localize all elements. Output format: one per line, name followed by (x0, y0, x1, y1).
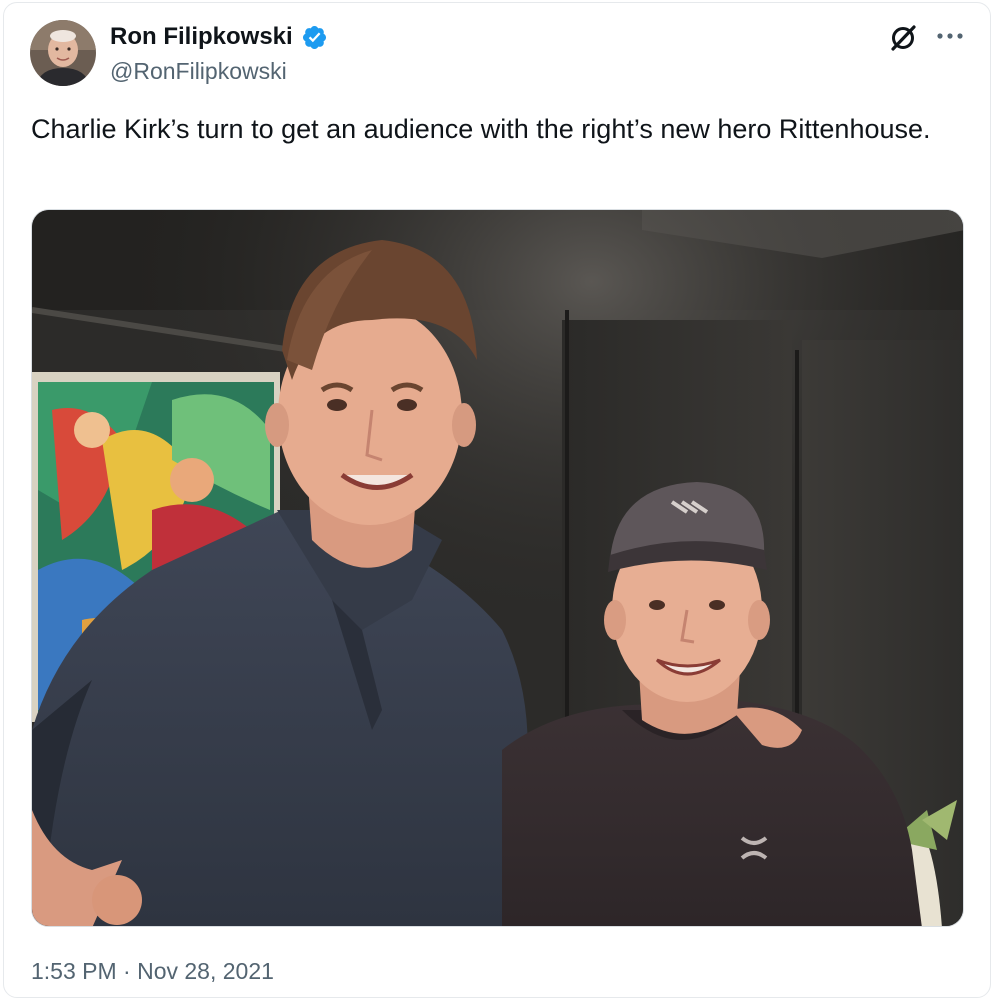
author-name-row[interactable]: Ron Filipkowski (110, 22, 328, 52)
avatar-image (30, 20, 96, 86)
x-logo-icon[interactable] (887, 23, 921, 53)
photo-illustration (32, 210, 963, 926)
more-options-icon[interactable] (935, 26, 965, 46)
author-display-name[interactable]: Ron Filipkowski (110, 22, 293, 52)
tweet-timestamp[interactable]: 1:53 PM · Nov 28, 2021 (31, 956, 274, 986)
author-handle[interactable]: @RonFilipkowski (110, 57, 287, 85)
verified-badge-icon (301, 24, 328, 51)
tweet-text: Charlie Kirk’s turn to get an audience w… (31, 114, 931, 144)
author-avatar[interactable] (30, 20, 96, 86)
tweet-photo[interactable] (31, 209, 964, 927)
